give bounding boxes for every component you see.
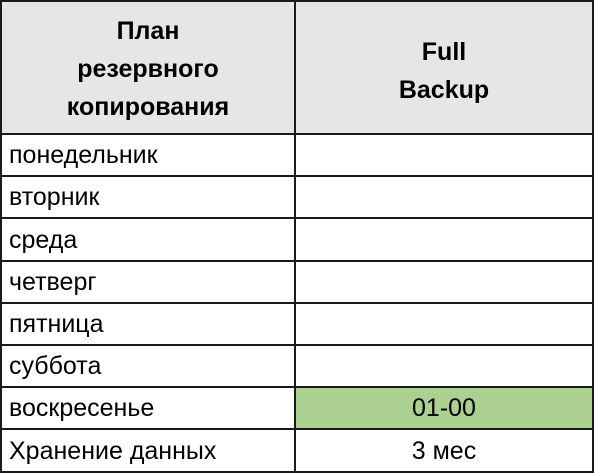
backup-cell-thursday — [294, 259, 594, 304]
day-cell-tuesday: вторник — [0, 175, 296, 220]
day-cell-sunday: воскресенье — [0, 385, 296, 430]
retention-label: Хранение данных — [0, 427, 296, 474]
header-full-backup: Full Backup — [294, 0, 594, 136]
backup-cell-friday — [294, 301, 594, 346]
backup-cell-wednesday — [294, 217, 594, 262]
table-row: среда — [0, 217, 594, 262]
backup-cell-sunday: 01-00 — [294, 385, 594, 430]
header-plan: План резервного копирования — [0, 0, 296, 136]
table-row: понедельник — [0, 133, 594, 178]
backup-cell-monday — [294, 133, 594, 178]
header-row: План резервного копирования Full Backup — [0, 0, 594, 136]
table-row: четверг — [0, 259, 594, 304]
retention-row: Хранение данных 3 мес — [0, 427, 594, 474]
day-cell-wednesday: среда — [0, 217, 296, 262]
table-row: воскресенье 01-00 — [0, 385, 594, 430]
day-cell-friday: пятница — [0, 301, 296, 346]
backup-schedule-table: План резервного копирования Full Backup … — [0, 0, 594, 474]
day-cell-thursday: четверг — [0, 259, 296, 304]
day-cell-monday: понедельник — [0, 133, 296, 178]
day-cell-saturday: суббота — [0, 343, 296, 388]
backup-cell-tuesday — [294, 175, 594, 220]
backup-cell-saturday — [294, 343, 594, 388]
table-row: вторник — [0, 175, 594, 220]
retention-value: 3 мес — [294, 427, 594, 474]
table-row: суббота — [0, 343, 594, 388]
table-row: пятница — [0, 301, 594, 346]
